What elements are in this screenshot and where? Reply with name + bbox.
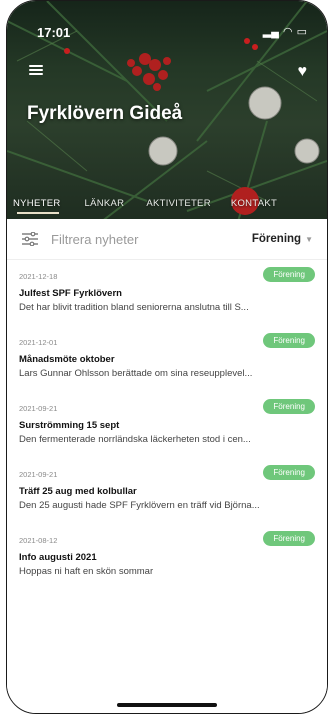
news-date: 2021-09-21 — [19, 404, 58, 413]
news-list: 2021-12-18 Förening Julfest SPF Fyrklöve… — [7, 260, 327, 590]
app-title: Fyrklövern Gideå — [27, 103, 183, 124]
news-item[interactable]: 2021-12-01 Förening Månadsmöte oktober L… — [7, 326, 327, 392]
wifi-icon: ◠ — [282, 26, 293, 38]
category-dropdown-label: Förening — [251, 233, 302, 245]
news-excerpt: Lars Gunnar Ohlsson berättade om sina re… — [19, 368, 253, 379]
news-item[interactable]: 2021-08-12 Förening Info augusti 2021 Ho… — [7, 524, 327, 590]
news-date: 2021-12-01 — [19, 338, 58, 347]
status-time: 17:01 — [37, 25, 71, 40]
news-item[interactable]: 2021-09-21 Förening Träff 25 aug med kol… — [7, 458, 327, 524]
news-date: 2021-12-18 — [19, 272, 58, 281]
news-excerpt: Hoppas ni haft en skön sommar — [19, 566, 154, 577]
tab-bar: NYHETER LÄNKAR AKTIVITETER KONTAKT — [7, 187, 327, 219]
chevron-down-icon: ▼ — [305, 234, 313, 244]
news-title: Julfest SPF Fyrklövern — [19, 288, 122, 299]
category-badge: Förening — [263, 267, 315, 282]
tab-kontakt[interactable]: KONTAKT — [225, 187, 283, 219]
tab-lankar[interactable]: LÄNKAR — [79, 187, 131, 219]
news-excerpt: Den 25 augusti hade SPF Fyrklövern en tr… — [19, 500, 260, 511]
phone-frame: 17:01 ▂▄ ◠ ▭ ♥ Fyrklövern Gideå NYHETER … — [6, 0, 328, 714]
filter-input[interactable]: Filtrera nyheter — [51, 232, 252, 247]
filter-icon[interactable] — [21, 232, 39, 246]
category-badge: Förening — [263, 333, 315, 348]
news-item[interactable]: 2021-09-21 Förening Surströmming 15 sept… — [7, 392, 327, 458]
tab-aktiviteter[interactable]: AKTIVITETER — [140, 187, 217, 219]
category-dropdown[interactable]: Förening ▼ — [252, 233, 313, 245]
status-icons: ▂▄ ◠ ▭ — [263, 25, 307, 38]
tab-nyheter[interactable]: NYHETER — [7, 187, 67, 219]
menu-icon[interactable] — [29, 65, 43, 75]
news-title: Månadsmöte oktober — [19, 354, 115, 365]
news-title: Info augusti 2021 — [19, 552, 97, 563]
news-date: 2021-09-21 — [19, 470, 58, 479]
signal-icon: ▂▄ — [262, 26, 279, 38]
category-badge: Förening — [263, 531, 315, 546]
news-date: 2021-08-12 — [19, 536, 58, 545]
home-indicator[interactable] — [117, 703, 217, 707]
heart-icon[interactable]: ♥ — [298, 63, 308, 81]
news-excerpt: Den fermenterade norrländska läckerheten… — [19, 434, 251, 445]
header-banner: 17:01 ▂▄ ◠ ▭ ♥ Fyrklövern Gideå NYHETER … — [7, 1, 327, 225]
news-item[interactable]: 2021-12-18 Förening Julfest SPF Fyrklöve… — [7, 260, 327, 326]
news-content: Filtrera nyheter Förening ▼ 2021-12-18 F… — [7, 219, 327, 713]
news-excerpt: Det har blivit tradition bland seniorern… — [19, 302, 249, 313]
category-badge: Förening — [263, 399, 315, 414]
filter-bar: Filtrera nyheter Förening ▼ — [7, 219, 327, 260]
category-badge: Förening — [263, 465, 315, 480]
news-title: Surströmming 15 sept — [19, 420, 120, 431]
battery-icon: ▭ — [296, 26, 307, 38]
news-title: Träff 25 aug med kolbullar — [19, 486, 137, 497]
